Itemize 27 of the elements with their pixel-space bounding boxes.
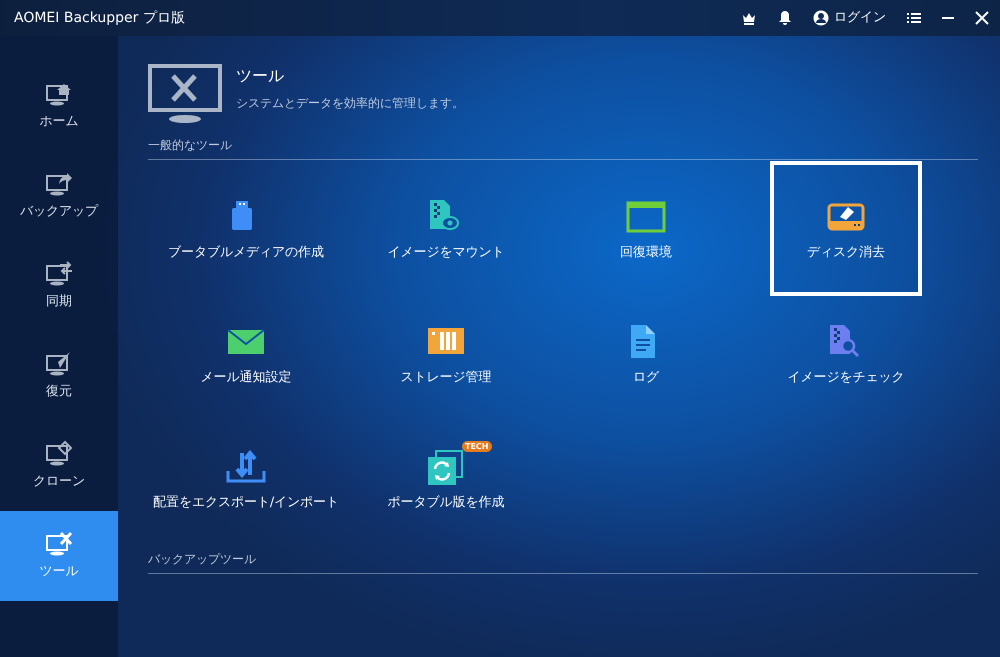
notifications-icon <box>777 10 793 26</box>
page-subtitle: システムとデータを効率的に管理します。 <box>236 95 464 112</box>
tool-button[interactable]: ディスク消去 <box>770 161 922 296</box>
clone-monitor-icon <box>45 440 73 466</box>
window-icon <box>626 199 666 235</box>
tools-monitor-icon <box>45 530 73 556</box>
close-icon <box>974 10 990 26</box>
menu-icon <box>906 10 922 26</box>
backup-monitor-icon <box>45 170 73 196</box>
section-heading: バックアップツール <box>148 550 978 574</box>
sidebar-item[interactable]: バックアップ <box>0 151 118 241</box>
minimize-icon <box>942 17 954 19</box>
tech-badge: TECH <box>462 441 492 452</box>
page-title: ツール <box>236 65 285 87</box>
restore-monitor-icon <box>45 350 73 376</box>
sync-squares-icon <box>426 449 466 485</box>
sync-monitor-icon <box>45 260 73 286</box>
import-export-arrows-icon <box>226 449 266 485</box>
section-heading: 一般的なツール <box>148 136 978 160</box>
sidebar-item[interactable]: ホーム <box>0 61 118 151</box>
window-title: AOMEI Backupper プロ版 <box>13 8 185 28</box>
sidebar-item[interactable]: 復元 <box>0 331 118 421</box>
user-icon <box>813 10 829 26</box>
tools-monitor-icon <box>148 64 222 124</box>
sidebar-item[interactable]: クローン <box>0 421 118 511</box>
sidebar-item[interactable]: 同期 <box>0 241 118 331</box>
login-button[interactable]: ログイン <box>803 0 896 36</box>
